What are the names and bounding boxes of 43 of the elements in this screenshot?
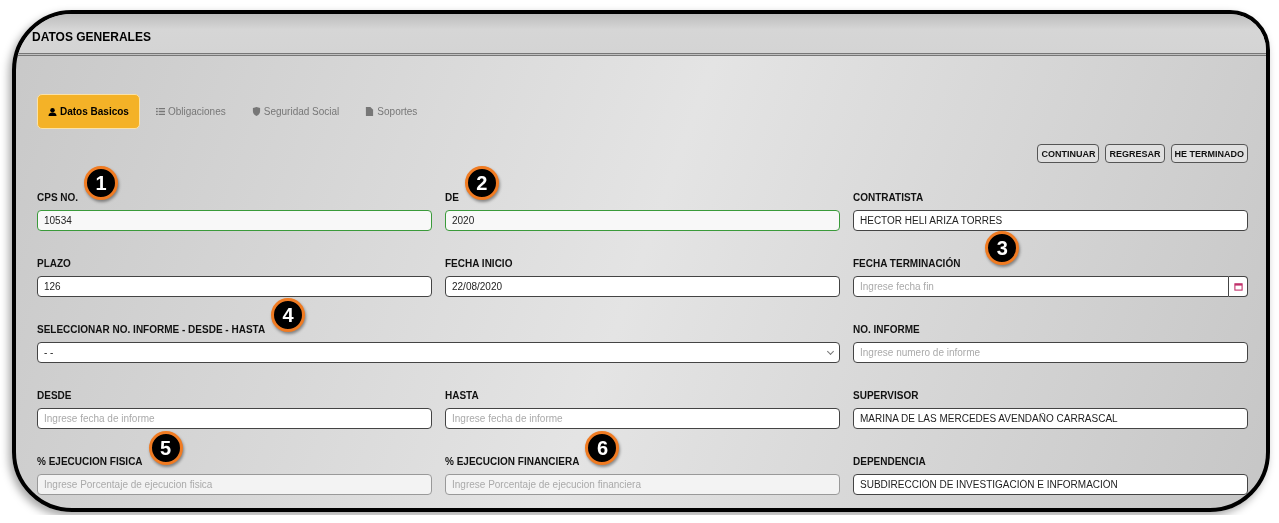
field-label: % EJECUCION FINANCIERA (445, 455, 580, 467)
input-field[interactable]: SUBDIRECCIÓN DE INVESTIGACIÓN E INFORMACIÓN (853, 474, 1248, 495)
field-label: % EJECUCION FISICA (37, 455, 143, 467)
action-button[interactable]: CONTINUAR (1037, 144, 1100, 163)
date-field[interactable]: Ingrese fecha fin (853, 276, 1229, 297)
field-label: CONTRATISTA (853, 191, 924, 203)
step-marker: 6 (585, 431, 620, 465)
field-label: CPS NO. (37, 191, 79, 203)
field-label: DE (445, 191, 459, 203)
step-marker: 4 (271, 298, 306, 332)
calendar-icon (1233, 282, 1243, 291)
field-label: FECHA TERMINACIÓN (853, 257, 961, 269)
input-field[interactable]: 10534 (37, 210, 432, 231)
input-field[interactable]: Ingrese fecha de informe (445, 408, 840, 429)
list-icon (155, 107, 165, 116)
panel-title: DATOS GENERALES (32, 30, 151, 44)
action-button[interactable]: REGRESAR (1105, 144, 1165, 163)
dropdown-field[interactable]: - - (37, 342, 840, 363)
action-button[interactable]: HE TERMINADO (1170, 144, 1248, 163)
input-field[interactable]: MARINA DE LAS MERCEDES AVENDAÑO CARRASCAL (853, 408, 1248, 429)
shield-icon (251, 107, 261, 116)
field-label: FECHA INICIO (445, 257, 513, 269)
field-label: SUPERVISOR (853, 389, 919, 401)
input-field[interactable]: 126 (37, 276, 432, 297)
field-label: HASTA (445, 389, 479, 401)
user-icon (48, 107, 57, 116)
step-marker: 1 (84, 166, 119, 200)
field-label: NO. INFORME (853, 323, 920, 335)
field-label: DESDE (37, 389, 72, 401)
step-marker: 3 (985, 231, 1020, 265)
field-label: PLAZO (37, 257, 71, 269)
input-field[interactable]: HECTOR HELI ARIZA TORRES (853, 210, 1248, 231)
input-field[interactable]: Ingrese fecha de informe (37, 408, 432, 429)
input-field[interactable]: 2020 (445, 210, 840, 231)
step-marker: 2 (464, 166, 499, 200)
input-field[interactable]: Ingrese numero de informe (853, 342, 1248, 363)
step-marker: 5 (148, 431, 183, 465)
calendar-button[interactable] (1229, 276, 1248, 297)
tab[interactable]: Datos Basicos (37, 94, 140, 129)
input-field[interactable]: 22/08/2020 (445, 276, 840, 297)
field-label: DEPENDENCIA (853, 455, 926, 467)
document-icon (365, 107, 375, 116)
field-label: SELECCIONAR NO. INFORME - DESDE - HASTA (37, 323, 266, 335)
